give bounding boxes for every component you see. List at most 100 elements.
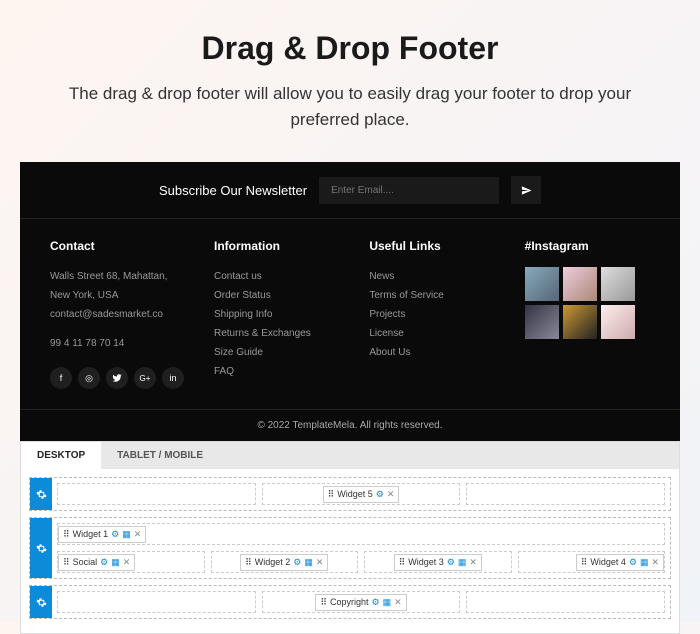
- tab-tablet-mobile[interactable]: TABLET / MOBILE: [101, 442, 219, 469]
- useful-link[interactable]: License: [369, 324, 494, 343]
- instagram-thumb[interactable]: [601, 305, 635, 339]
- widget-chip[interactable]: ⠿ Social ⚙ ▦ ✕: [58, 554, 135, 571]
- duplicate-icon[interactable]: ▦: [640, 557, 649, 568]
- send-icon: [521, 185, 532, 196]
- twitter-icon[interactable]: [106, 367, 128, 389]
- drag-icon: ⠿: [245, 557, 252, 568]
- widget-label: Widget 1: [73, 529, 109, 539]
- builder-slot[interactable]: ⠿ Widget 1 ⚙ ▦ ✕: [57, 523, 665, 545]
- useful-link[interactable]: News: [369, 267, 494, 286]
- widget-label: Copyright: [330, 597, 369, 607]
- close-icon[interactable]: ✕: [469, 557, 477, 568]
- contact-address: Walls Street 68, Mahattan, New York, USA: [50, 267, 184, 305]
- builder-slot[interactable]: ⠿ Widget 5 ⚙ ✕: [262, 483, 461, 505]
- builder-row: ⠿ Widget 5 ⚙ ✕: [29, 477, 671, 511]
- drag-icon: ⠿: [63, 529, 70, 540]
- duplicate-icon[interactable]: ▦: [304, 557, 313, 568]
- info-link[interactable]: Returns & Exchanges: [214, 324, 339, 343]
- information-heading: Information: [214, 239, 339, 253]
- instagram-thumb[interactable]: [563, 305, 597, 339]
- widget-chip[interactable]: ⠿ Widget 2 ⚙ ▦ ✕: [240, 554, 328, 571]
- builder-slot[interactable]: [466, 483, 665, 505]
- builder-row: ⠿ Copyright ⚙ ▦ ✕: [29, 585, 671, 619]
- close-icon[interactable]: ✕: [651, 557, 659, 568]
- newsletter-label: Subscribe Our Newsletter: [159, 183, 307, 198]
- gear-icon[interactable]: ⚙: [376, 489, 384, 500]
- contact-heading: Contact: [50, 239, 184, 253]
- duplicate-icon[interactable]: ▦: [383, 597, 392, 608]
- linkedin-icon[interactable]: in: [162, 367, 184, 389]
- builder-slot[interactable]: ⠿ Social ⚙ ▦ ✕: [57, 551, 205, 573]
- gear-icon: [36, 489, 47, 500]
- gear-icon[interactable]: ⚙: [372, 597, 380, 608]
- useful-link[interactable]: Terms of Service: [369, 286, 494, 305]
- close-icon[interactable]: ✕: [123, 557, 131, 568]
- builder-row: ⠿ Widget 1 ⚙ ▦ ✕ ⠿ Social ⚙ ▦ ✕: [29, 517, 671, 579]
- newsletter-email-input[interactable]: [319, 177, 499, 204]
- drag-icon: ⠿: [320, 597, 327, 608]
- duplicate-icon[interactable]: ▦: [458, 557, 467, 568]
- useful-heading: Useful Links: [369, 239, 494, 253]
- gear-icon[interactable]: ⚙: [293, 557, 301, 568]
- close-icon[interactable]: ✕: [394, 597, 402, 608]
- newsletter-submit-button[interactable]: [511, 176, 541, 204]
- instagram-thumb[interactable]: [525, 305, 559, 339]
- widget-chip[interactable]: ⠿ Copyright ⚙ ▦ ✕: [315, 594, 406, 611]
- row-settings-button[interactable]: [30, 586, 52, 618]
- gear-icon[interactable]: ⚙: [629, 557, 637, 568]
- builder-slot[interactable]: ⠿ Widget 3 ⚙ ▦ ✕: [364, 551, 512, 573]
- gear-icon: [36, 543, 47, 554]
- gear-icon: [36, 597, 47, 608]
- footer-col-instagram: #Instagram: [525, 239, 650, 389]
- instagram-icon[interactable]: ◎: [78, 367, 100, 389]
- close-icon[interactable]: ✕: [134, 529, 142, 540]
- widget-chip[interactable]: ⠿ Widget 5 ⚙ ✕: [323, 486, 400, 503]
- drag-icon: ⠿: [328, 489, 335, 500]
- builder-slot[interactable]: [466, 591, 665, 613]
- info-link[interactable]: FAQ: [214, 362, 339, 381]
- instagram-thumb[interactable]: [601, 267, 635, 301]
- facebook-icon[interactable]: f: [50, 367, 72, 389]
- close-icon[interactable]: ✕: [387, 489, 395, 500]
- googleplus-icon[interactable]: G+: [134, 367, 156, 389]
- row-settings-button[interactable]: [30, 478, 52, 510]
- footer-builder: DESKTOP TABLET / MOBILE ⠿ Widget 5 ⚙ ✕: [20, 441, 680, 634]
- row-settings-button[interactable]: [30, 518, 52, 578]
- builder-slot[interactable]: ⠿ Widget 4 ⚙ ▦ ✕: [518, 551, 666, 573]
- builder-slot[interactable]: ⠿ Widget 2 ⚙ ▦ ✕: [211, 551, 359, 573]
- duplicate-icon[interactable]: ▦: [111, 557, 120, 568]
- builder-slot[interactable]: [57, 483, 256, 505]
- contact-phone: 99 4 11 78 70 14: [50, 334, 184, 353]
- instagram-thumb[interactable]: [525, 267, 559, 301]
- gear-icon[interactable]: ⚙: [447, 557, 455, 568]
- gear-icon[interactable]: ⚙: [100, 557, 108, 568]
- info-link[interactable]: Size Guide: [214, 343, 339, 362]
- widget-label: Widget 5: [337, 489, 373, 499]
- drag-icon: ⠿: [399, 557, 406, 568]
- widget-chip[interactable]: ⠿ Widget 3 ⚙ ▦ ✕: [394, 554, 482, 571]
- useful-link[interactable]: About Us: [369, 343, 494, 362]
- footer-preview: Subscribe Our Newsletter Contact Walls S…: [20, 162, 680, 441]
- builder-slot[interactable]: [57, 591, 256, 613]
- drag-icon: ⠿: [581, 557, 588, 568]
- useful-link[interactable]: Projects: [369, 305, 494, 324]
- contact-email: contact@sadesmarket.co: [50, 305, 184, 324]
- instagram-thumb[interactable]: [563, 267, 597, 301]
- page-title: Drag & Drop Footer: [60, 30, 640, 67]
- info-link[interactable]: Order Status: [214, 286, 339, 305]
- duplicate-icon[interactable]: ▦: [122, 529, 131, 540]
- instagram-heading: #Instagram: [525, 239, 650, 253]
- copyright-text: © 2022 TemplateMela. All rights reserved…: [20, 409, 680, 441]
- close-icon[interactable]: ✕: [316, 557, 324, 568]
- widget-label: Widget 4: [590, 557, 626, 567]
- footer-col-useful: Useful Links News Terms of Service Proje…: [369, 239, 494, 389]
- widget-label: Widget 3: [408, 557, 444, 567]
- builder-slot[interactable]: ⠿ Copyright ⚙ ▦ ✕: [262, 591, 461, 613]
- widget-chip[interactable]: ⠿ Widget 1 ⚙ ▦ ✕: [58, 526, 146, 543]
- tab-desktop[interactable]: DESKTOP: [21, 442, 101, 469]
- info-link[interactable]: Shipping Info: [214, 305, 339, 324]
- footer-col-contact: Contact Walls Street 68, Mahattan, New Y…: [50, 239, 184, 389]
- widget-chip[interactable]: ⠿ Widget 4 ⚙ ▦ ✕: [576, 554, 664, 571]
- gear-icon[interactable]: ⚙: [111, 529, 119, 540]
- info-link[interactable]: Contact us: [214, 267, 339, 286]
